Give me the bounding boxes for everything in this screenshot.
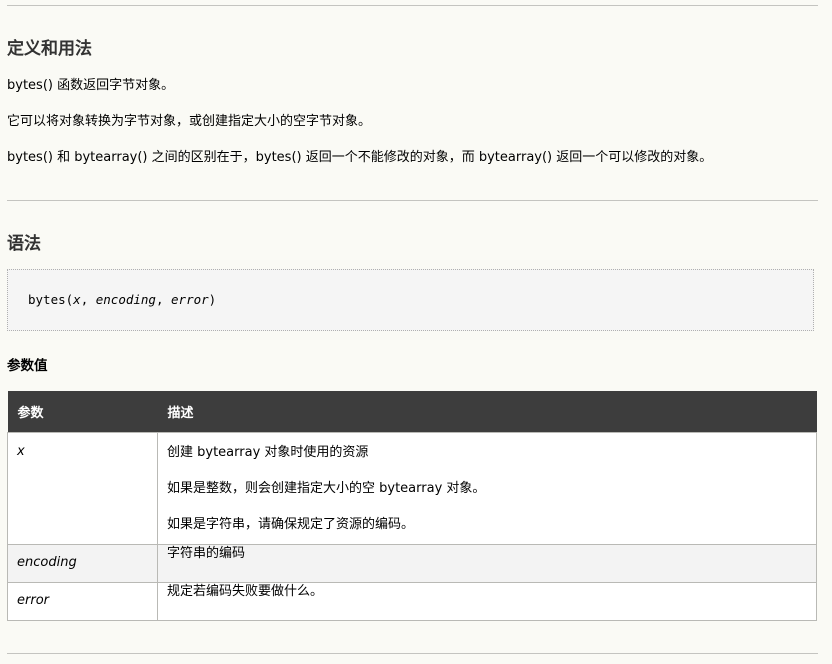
param-description: 规定若编码失败要做什么。 (157, 581, 817, 621)
params-table-header: 参数 描述 (7, 391, 817, 432)
section-divider (7, 200, 818, 201)
params-title: 参数值 (7, 358, 48, 374)
section-title-definition: 定义和用法 (7, 39, 92, 59)
top-divider (7, 5, 818, 6)
param-description-line: 如果是字符串，请确保规定了资源的编码。 (167, 516, 415, 532)
param-description-line: 规定若编码失败要做什么。 (167, 583, 324, 599)
table-row: x 创建 bytearray 对象时使用的资源 如果是整数，则会创建指定大小的空… (7, 431, 817, 545)
section-title-syntax: 语法 (7, 234, 41, 254)
param-name: x (7, 431, 158, 545)
code-arg-error: error (171, 292, 209, 307)
code-separator: , (155, 292, 172, 307)
param-description-line: 如果是整数，则会创建指定大小的空 bytearray 对象。 (167, 480, 486, 496)
header-description: 描述 (157, 391, 817, 432)
header-param: 参数 (7, 391, 158, 432)
param-description-line: 创建 bytearray 对象时使用的资源 (167, 444, 369, 460)
code-separator: , (80, 292, 96, 307)
definition-paragraph-3: bytes() 和 bytearray() 之间的区别在于，bytes() 返回… (7, 150, 713, 165)
params-table: 参数 描述 x 创建 bytearray 对象时使用的资源 如果是整数，则会创建… (7, 391, 817, 621)
code-function: bytes( (28, 292, 74, 307)
param-description: 字符串的编码 (157, 543, 817, 583)
table-row: encoding 字符串的编码 (7, 543, 817, 583)
param-description-line: 字符串的编码 (167, 545, 246, 561)
code-arg-encoding: encoding (95, 292, 156, 307)
code-arg-x: x (73, 292, 81, 307)
param-name: encoding (7, 543, 158, 583)
table-row: error 规定若编码失败要做什么。 (7, 581, 817, 621)
definition-paragraph-2: 它可以将对象转换为字节对象，或创建指定大小的空字节对象。 (7, 114, 372, 129)
param-name: error (7, 581, 158, 621)
syntax-code-line: bytes(x, encoding, error) (28, 291, 216, 309)
syntax-code-block: bytes(x, encoding, error) (7, 269, 814, 331)
definition-paragraph-1: bytes() 函数返回字节对象。 (7, 78, 175, 93)
code-close-paren: ) (208, 292, 217, 307)
bottom-divider (7, 653, 818, 654)
param-description: 创建 bytearray 对象时使用的资源 如果是整数，则会创建指定大小的空 b… (157, 431, 817, 545)
